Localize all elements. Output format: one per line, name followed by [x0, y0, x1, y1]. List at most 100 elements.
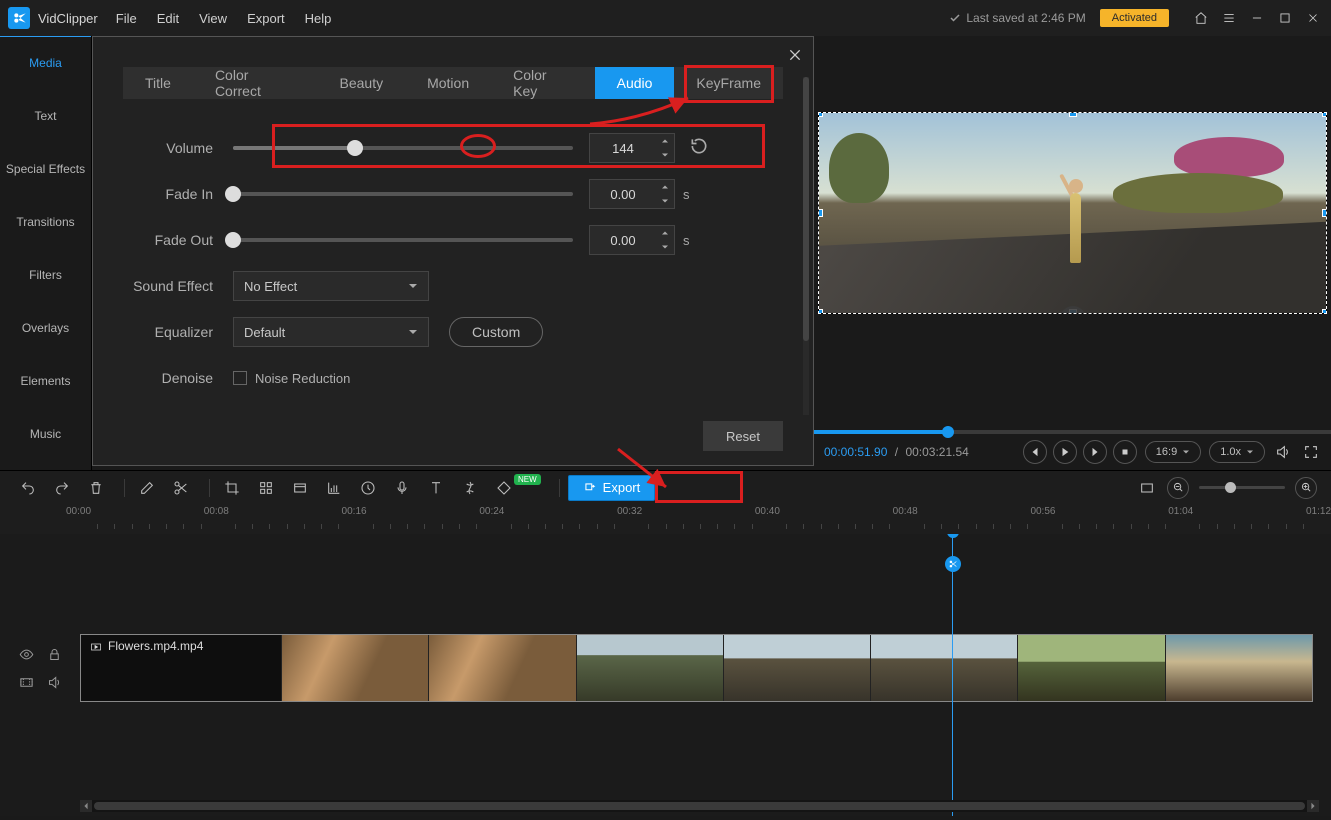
track-mute-icon[interactable]: [43, 671, 65, 693]
app-name: VidClipper: [38, 11, 98, 26]
volume-icon[interactable]: [1273, 442, 1293, 462]
sound-effect-label: Sound Effect: [123, 278, 233, 294]
preview-time: 00:00:51.90 / 00:03:21.54: [824, 445, 969, 459]
main-area: Media Text Special Effects Transitions F…: [0, 36, 1331, 470]
tool-misc-icon[interactable]: [456, 474, 484, 502]
volume-step-up-icon[interactable]: [656, 134, 674, 148]
noise-reduction-checkbox[interactable]: [233, 371, 247, 385]
fullscreen-icon[interactable]: [1301, 442, 1321, 462]
timeline-playhead[interactable]: [952, 534, 953, 816]
track-lock-icon[interactable]: [43, 643, 65, 665]
tab-beauty[interactable]: Beauty: [318, 67, 406, 99]
split-icon[interactable]: [167, 474, 195, 502]
sound-effect-select[interactable]: No Effect: [233, 271, 429, 301]
video-canvas[interactable]: [818, 112, 1327, 314]
panel-reset-button[interactable]: Reset: [703, 421, 783, 451]
sidebar-item-overlays[interactable]: Overlays: [0, 301, 91, 354]
crop-icon[interactable]: [218, 474, 246, 502]
tab-audio[interactable]: Audio: [595, 67, 675, 99]
app-logo: [8, 7, 30, 29]
equalizer-custom-button[interactable]: Custom: [449, 317, 543, 347]
menu-file[interactable]: File: [116, 11, 137, 26]
volume-slider[interactable]: [233, 146, 573, 150]
fade-in-label: Fade In: [123, 186, 233, 202]
minimize-icon[interactable]: [1247, 8, 1267, 28]
clip-name: Flowers.mp4.mp4: [108, 639, 203, 653]
zoom-in-icon[interactable]: [1295, 477, 1317, 499]
undo-icon[interactable]: [14, 474, 42, 502]
stop-icon[interactable]: [1113, 440, 1137, 464]
audio-panel: Title Color Correct Beauty Motion Color …: [92, 36, 814, 466]
panel-close-icon[interactable]: [787, 47, 803, 68]
scroll-left-icon[interactable]: [80, 800, 92, 812]
redo-icon[interactable]: [48, 474, 76, 502]
sidebar-item-music[interactable]: Music: [0, 407, 91, 460]
play-icon[interactable]: [1053, 440, 1077, 464]
aspect-select[interactable]: 16:9: [1145, 441, 1201, 463]
fade-out-row: Fade Out 0.00 s: [123, 217, 783, 263]
volume-step-down-icon[interactable]: [656, 148, 674, 162]
sidebar-item-special-effects[interactable]: Special Effects: [0, 142, 91, 195]
volume-reset-icon[interactable]: [689, 136, 709, 161]
fade-in-step-down-icon[interactable]: [656, 194, 674, 208]
fade-out-value: 0.00: [590, 233, 656, 248]
scroll-thumb[interactable]: [94, 802, 1305, 810]
next-frame-icon[interactable]: [1083, 440, 1107, 464]
timeline-ruler[interactable]: 00:0000:0800:1600:2400:3200:4000:4800:56…: [0, 504, 1331, 534]
track-visible-icon[interactable]: [15, 643, 37, 665]
fade-out-input[interactable]: 0.00: [589, 225, 675, 255]
delete-icon[interactable]: [82, 474, 110, 502]
preview-controls: 00:00:51.90 / 00:03:21.54 16:9 1.0x: [814, 434, 1331, 470]
fade-out-step-up-icon[interactable]: [656, 226, 674, 240]
text-to-speech-icon[interactable]: [422, 474, 450, 502]
tab-motion[interactable]: Motion: [405, 67, 491, 99]
fade-out-slider[interactable]: [233, 238, 573, 242]
tab-color-key[interactable]: Color Key: [491, 67, 594, 99]
ruler-tick: 00:24: [479, 506, 504, 517]
fade-in-step-up-icon[interactable]: [656, 180, 674, 194]
speed-select[interactable]: 1.0x: [1209, 441, 1265, 463]
sidebar-item-media[interactable]: Media: [0, 36, 91, 89]
hamburger-icon[interactable]: [1219, 8, 1239, 28]
zoom-slider[interactable]: [1199, 486, 1285, 489]
equalizer-select[interactable]: Default: [233, 317, 429, 347]
freeze-icon[interactable]: [286, 474, 314, 502]
timeline-clip[interactable]: Flowers.mp4.mp4: [80, 634, 1313, 702]
fade-in-input[interactable]: 0.00: [589, 179, 675, 209]
prev-frame-icon[interactable]: [1023, 440, 1047, 464]
stats-icon[interactable]: [320, 474, 348, 502]
fade-out-step-down-icon[interactable]: [656, 240, 674, 254]
tab-keyframe[interactable]: KeyFrame: [674, 67, 783, 99]
activated-badge[interactable]: Activated: [1100, 9, 1169, 27]
sidebar-item-filters[interactable]: Filters: [0, 248, 91, 301]
panel-scrollbar[interactable]: [803, 77, 809, 415]
thumbnail-view-icon[interactable]: [1133, 474, 1161, 502]
preview-pane: 00:00:51.90 / 00:03:21.54 16:9 1.0x: [814, 36, 1331, 470]
edit-icon[interactable]: [133, 474, 161, 502]
volume-row: Volume 144: [123, 125, 783, 171]
menu-edit[interactable]: Edit: [157, 11, 179, 26]
tab-title[interactable]: Title: [123, 67, 193, 99]
maximize-icon[interactable]: [1275, 8, 1295, 28]
sidebar-item-text[interactable]: Text: [0, 89, 91, 142]
close-icon[interactable]: [1303, 8, 1323, 28]
zoom-out-icon[interactable]: [1167, 477, 1189, 499]
duration-icon[interactable]: [354, 474, 382, 502]
ruler-tick: 00:00: [66, 506, 91, 517]
menu-help[interactable]: Help: [305, 11, 332, 26]
sidebar-item-transitions[interactable]: Transitions: [0, 195, 91, 248]
volume-input[interactable]: 144: [589, 133, 675, 163]
scroll-right-icon[interactable]: [1307, 800, 1319, 812]
timeline-hscroll[interactable]: [80, 800, 1319, 812]
menu-view[interactable]: View: [199, 11, 227, 26]
mosaic-icon[interactable]: [252, 474, 280, 502]
track-video-icon[interactable]: [15, 671, 37, 693]
tab-color-correct[interactable]: Color Correct: [193, 67, 318, 99]
menu-export[interactable]: Export: [247, 11, 285, 26]
sidebar-item-elements[interactable]: Elements: [0, 354, 91, 407]
export-button[interactable]: Export: [568, 475, 656, 501]
playhead-split-icon[interactable]: [945, 556, 961, 572]
home-icon[interactable]: [1191, 8, 1211, 28]
voiceover-icon[interactable]: [388, 474, 416, 502]
fade-in-slider[interactable]: [233, 192, 573, 196]
